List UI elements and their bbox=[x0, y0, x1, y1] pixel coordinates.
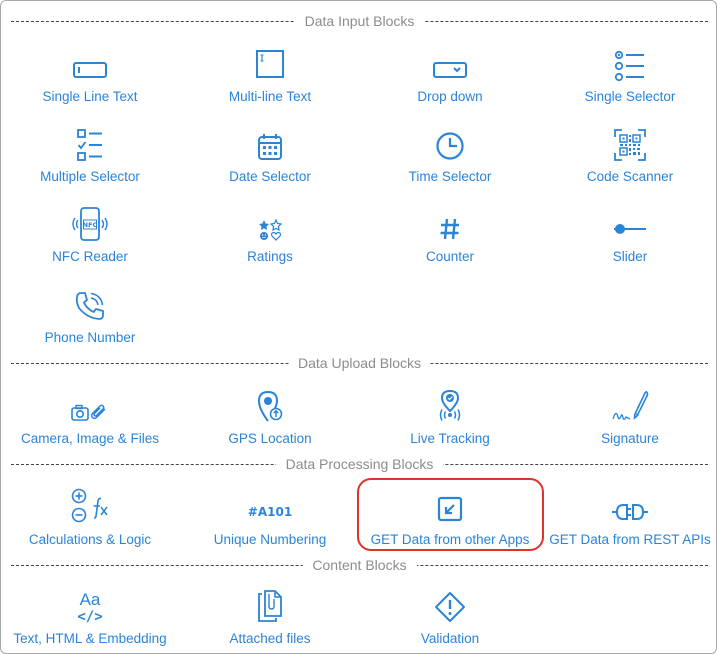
text-area-icon bbox=[181, 41, 359, 81]
block-live-tracking[interactable]: Live Tracking bbox=[361, 383, 539, 455]
block-label: Attached files bbox=[229, 631, 311, 646]
signature-pen-icon bbox=[541, 383, 717, 423]
section-title: Data Processing Blocks bbox=[275, 455, 444, 473]
block-gps-location[interactable]: GPS Location bbox=[181, 383, 359, 455]
section-title: Data Input Blocks bbox=[294, 12, 425, 30]
block-counter[interactable]: Counter bbox=[361, 201, 539, 273]
block-date-selector[interactable]: Date Selector bbox=[181, 121, 359, 193]
block-label: Single Line Text bbox=[42, 89, 138, 104]
section-divider-processing: Data Processing Blocks bbox=[11, 455, 708, 473]
tracking-pin-icon bbox=[361, 383, 539, 423]
block-label: Counter bbox=[425, 249, 475, 264]
warning-diamond-icon bbox=[361, 583, 539, 623]
section-divider-content: Content Blocks bbox=[11, 556, 708, 574]
block-label: Text, HTML & Embedding bbox=[13, 631, 167, 646]
block-label: Ratings bbox=[247, 249, 293, 264]
qr-code-icon bbox=[541, 121, 717, 161]
documents-icon bbox=[181, 583, 359, 623]
block-label: Live Tracking bbox=[410, 431, 490, 446]
block-attached-files[interactable]: Attached files bbox=[181, 583, 359, 654]
block-label: Single Selector bbox=[584, 89, 676, 104]
calendar-icon bbox=[181, 121, 359, 161]
phone-icon bbox=[1, 282, 179, 322]
block-label: Phone Number bbox=[44, 330, 136, 345]
block-label: Drop down bbox=[417, 89, 483, 104]
aa-glyph: Aa bbox=[79, 590, 101, 609]
calculator-fx-icon bbox=[1, 484, 179, 524]
block-slider[interactable]: Slider bbox=[541, 201, 717, 273]
block-label: Date Selector bbox=[229, 169, 311, 184]
text-code-icon: Aa </> bbox=[1, 583, 179, 626]
block-palette: Data Input Blocks Single Line Text Multi… bbox=[0, 0, 717, 654]
import-arrow-icon bbox=[361, 484, 539, 524]
text-field-icon bbox=[1, 41, 179, 81]
block-label: Signature bbox=[601, 431, 659, 446]
block-unique-numbering[interactable]: #A101 Unique Numbering bbox=[181, 484, 359, 556]
block-validation[interactable]: Validation bbox=[361, 583, 539, 654]
block-single-line-text[interactable]: Single Line Text bbox=[1, 41, 179, 113]
section-title: Content Blocks bbox=[302, 556, 417, 574]
dropdown-icon bbox=[361, 41, 539, 81]
block-ratings[interactable]: Ratings bbox=[181, 201, 359, 273]
nfc-phone-icon: NFC bbox=[1, 201, 179, 241]
section-title: Data Upload Blocks bbox=[288, 354, 431, 372]
plug-connector-icon bbox=[541, 484, 717, 524]
block-get-data-other-apps[interactable]: GET Data from other Apps bbox=[361, 484, 539, 556]
block-code-scanner[interactable]: Code Scanner bbox=[541, 121, 717, 193]
block-get-data-rest-apis[interactable]: GET Data from REST APIs bbox=[541, 484, 717, 556]
block-signature[interactable]: Signature bbox=[541, 383, 717, 455]
block-multiple-selector[interactable]: Multiple Selector bbox=[1, 121, 179, 193]
block-time-selector[interactable]: Time Selector bbox=[361, 121, 539, 193]
block-label: Camera, Image & Files bbox=[20, 431, 160, 446]
block-label: Multi-line Text bbox=[228, 89, 312, 104]
block-label: Slider bbox=[612, 249, 648, 264]
block-label: Time Selector bbox=[408, 169, 492, 184]
numbering-icon: #A101 bbox=[181, 484, 359, 524]
block-drop-down[interactable]: Drop down bbox=[361, 41, 539, 113]
block-label: GET Data from REST APIs bbox=[549, 532, 711, 547]
block-multi-line-text[interactable]: Multi-line Text bbox=[181, 41, 359, 113]
slider-icon bbox=[541, 201, 717, 241]
section-divider-upload: Data Upload Blocks bbox=[11, 354, 708, 372]
block-label: Validation bbox=[420, 631, 480, 646]
numbering-text: #A101 bbox=[247, 505, 293, 519]
section-divider-input: Data Input Blocks bbox=[11, 12, 708, 30]
block-nfc-reader[interactable]: NFC NFC Reader bbox=[1, 201, 179, 273]
camera-attachment-icon bbox=[1, 383, 179, 423]
nfc-text: NFC bbox=[83, 221, 98, 229]
checklist-icon bbox=[1, 121, 179, 161]
block-label: Calculations & Logic bbox=[28, 532, 152, 547]
block-label: Code Scanner bbox=[586, 169, 674, 184]
block-calculations-logic[interactable]: Calculations & Logic bbox=[1, 484, 179, 556]
block-single-selector[interactable]: Single Selector bbox=[541, 41, 717, 113]
block-phone-number[interactable]: Phone Number bbox=[1, 282, 179, 354]
location-pin-icon bbox=[181, 383, 359, 423]
block-label: Unique Numbering bbox=[213, 532, 327, 547]
block-label: GPS Location bbox=[228, 431, 312, 446]
block-label: NFC Reader bbox=[52, 249, 128, 264]
hash-icon bbox=[361, 201, 539, 241]
block-text-html-embedding[interactable]: Aa </> Text, HTML & Embedding bbox=[1, 583, 179, 654]
block-label: GET Data from other Apps bbox=[370, 532, 530, 547]
ratings-icon bbox=[181, 201, 359, 241]
block-label: Multiple Selector bbox=[40, 169, 140, 184]
block-camera-image-files[interactable]: Camera, Image & Files bbox=[1, 383, 179, 455]
clock-icon bbox=[361, 121, 539, 161]
radio-list-icon bbox=[541, 41, 717, 81]
code-glyph: </> bbox=[77, 609, 103, 625]
